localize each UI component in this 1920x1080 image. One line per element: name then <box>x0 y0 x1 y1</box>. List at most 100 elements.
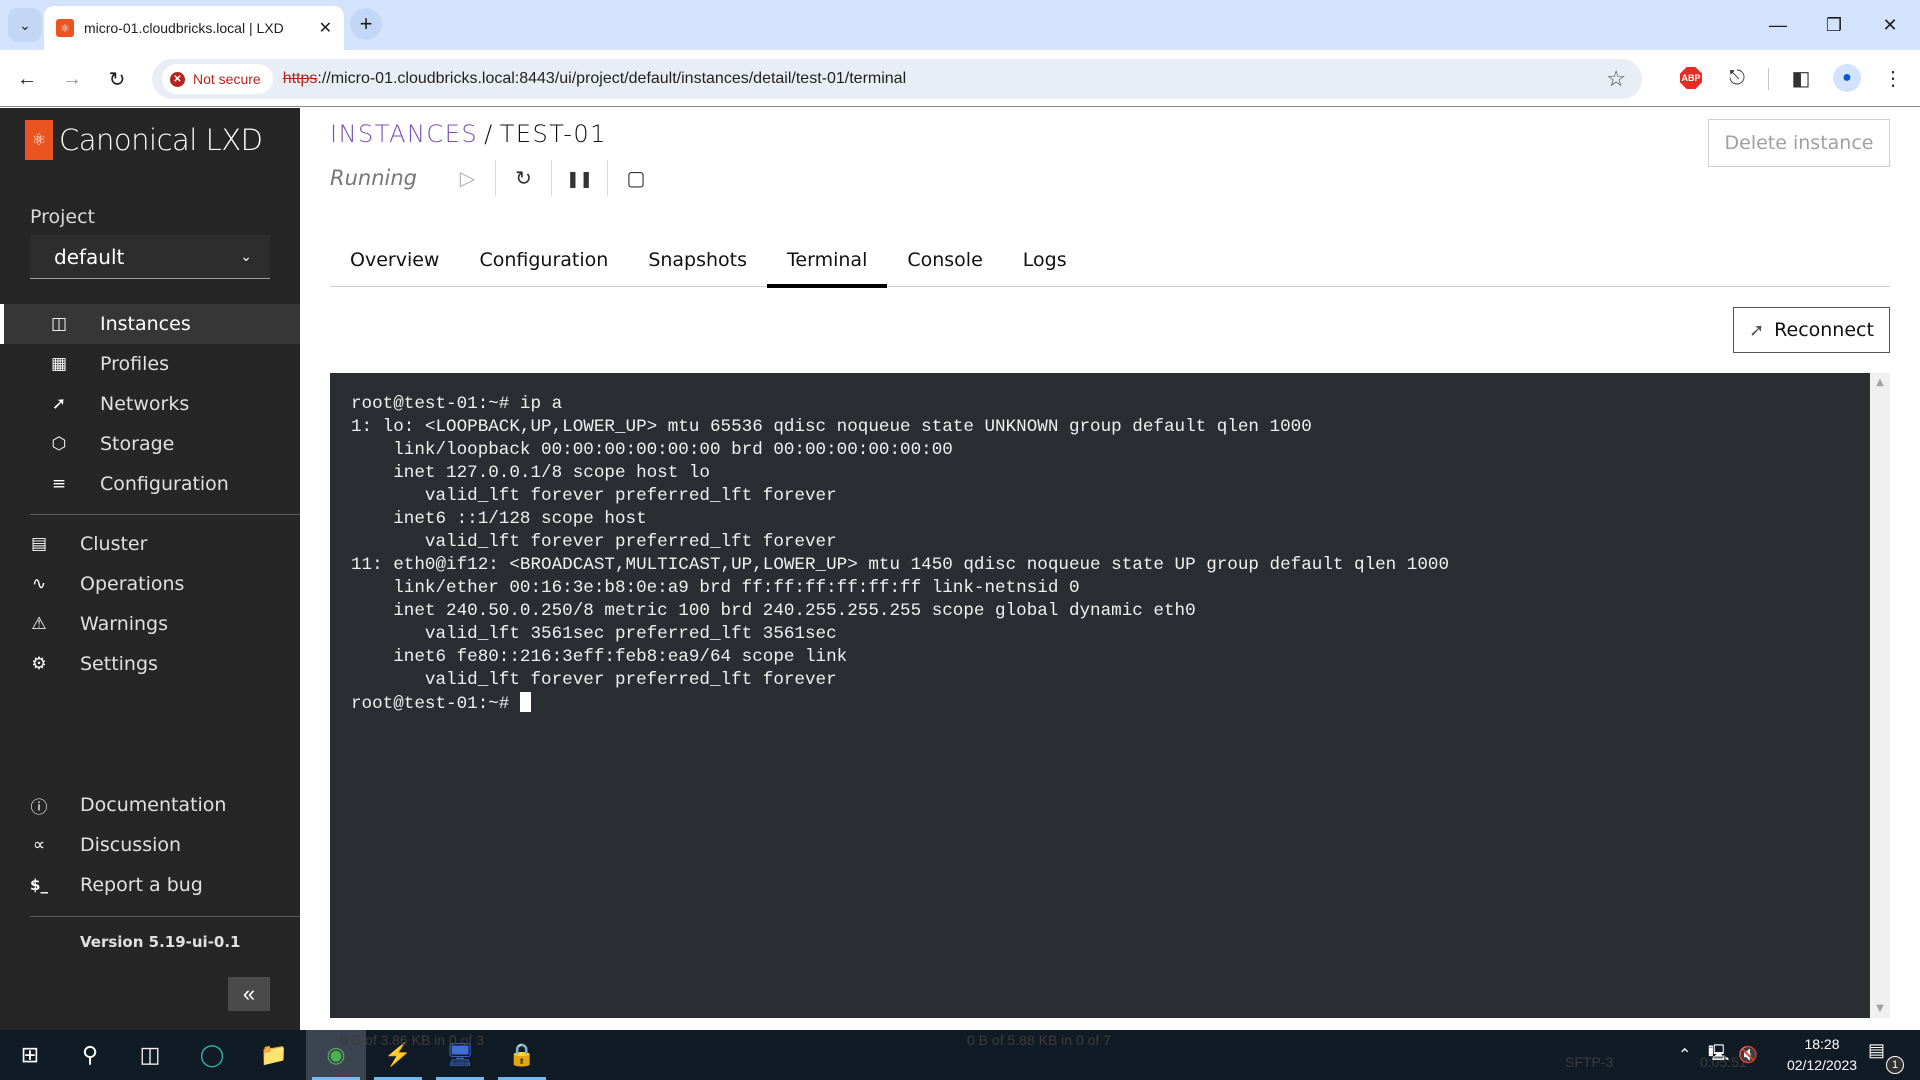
breadcrumb-instances-link[interactable]: INSTANCES <box>330 120 478 148</box>
browser-toolbar: ← → ↻ ✕ Not secure https://micro-01.clou… <box>0 50 1920 107</box>
sidebar-item-label: Warnings <box>80 613 169 635</box>
new-tab-button[interactable]: + <box>350 8 382 40</box>
restart-button[interactable]: ↻ <box>496 160 552 196</box>
sidebar-item-cluster[interactable]: ▤ Cluster <box>0 524 300 564</box>
taskbar-search-button[interactable]: ⚲ <box>60 1030 120 1080</box>
toolbar-divider <box>1768 68 1769 90</box>
instances-icon: ◫ <box>50 314 68 334</box>
project-select[interactable]: default ⌄ <box>30 235 270 279</box>
side-panel-icon[interactable]: ◧ <box>1786 63 1816 93</box>
status-badge: Running <box>330 166 417 190</box>
sidebar-item-label: Report a bug <box>80 874 203 896</box>
terminal[interactable]: root@test-01:~# ip a 1: lo: <LOOPBACK,UP… <box>330 373 1870 1018</box>
windows-taskbar: ⊞ ⚲ ◫ ◯ 📁 ◉ ⚡ 🖥 🔒 0 B of 3.86 KB in 0 of… <box>0 1030 1920 1080</box>
sidebar-link-documentation[interactable]: ⓘ Documentation <box>0 785 300 825</box>
freeze-button[interactable]: ❚❚ <box>552 160 608 196</box>
profile-button[interactable]: ● <box>1832 63 1862 93</box>
sidebar-item-storage[interactable]: ⬡ Storage <box>0 424 300 464</box>
bookmark-star-icon[interactable]: ☆ <box>1606 66 1626 92</box>
sidebar-divider <box>30 916 300 917</box>
tab-search-button[interactable]: ⌄ <box>8 8 42 42</box>
reload-button[interactable]: ↻ <box>100 62 134 96</box>
terminal-line: valid_lft forever preferred_lft forever <box>351 670 837 690</box>
terminal-scrollbar[interactable]: ▲ ▼ <box>1870 373 1890 1018</box>
winscp-icon: 🔒 <box>508 1042 536 1067</box>
project-value: default <box>54 244 125 269</box>
sidebar-item-warnings[interactable]: ⚠ Warnings <box>0 604 300 644</box>
restore-button[interactable]: ❐ <box>1806 0 1862 50</box>
taskbar-edge[interactable]: ◯ <box>182 1030 242 1080</box>
sidebar-link-discussion[interactable]: ∝ Discussion <box>0 825 300 865</box>
tab-title: micro-01.cloudbricks.local | LXD <box>84 20 284 36</box>
delete-instance-button[interactable]: Delete instance <box>1708 119 1890 167</box>
browser-tab-active[interactable]: ⚛ micro-01.cloudbricks.local | LXD ✕ <box>44 6 344 50</box>
sidebar-link-report-bug[interactable]: $_ Report a bug <box>0 865 300 905</box>
url-rest: ://micro-01.cloudbricks.local:8443/ui/pr… <box>317 70 907 87</box>
background-transfer-status-left: 0 B of 3.86 KB in 0 of 3 <box>340 1032 484 1048</box>
reconnect-button[interactable]: ➚ Reconnect <box>1733 307 1890 353</box>
chevron-down-icon: ⌄ <box>19 16 31 33</box>
breadcrumb-current: TEST-01 <box>499 120 607 148</box>
extensions-puzzle-icon[interactable]: ⎋ <box>1722 63 1752 93</box>
tab-terminal[interactable]: Terminal <box>767 233 888 288</box>
tab-overview[interactable]: Overview <box>330 233 459 287</box>
plug-icon: ➚ <box>1749 319 1765 341</box>
tab-close-icon[interactable]: ✕ <box>319 18 332 38</box>
tab-configuration[interactable]: Configuration <box>459 233 628 287</box>
terminal-line: inet 127.0.0.1/8 scope host lo <box>351 463 710 483</box>
chevron-up-icon: ⌃ <box>1678 1047 1692 1064</box>
sidebar-item-label: Storage <box>100 433 175 455</box>
url-text[interactable]: https://micro-01.cloudbricks.local:8443/… <box>283 70 906 88</box>
taskbar-file-explorer[interactable]: 📁 <box>244 1030 304 1080</box>
sidebar-item-configuration[interactable]: ≡ Configuration <box>0 464 300 504</box>
scroll-down-arrow-icon[interactable]: ▼ <box>1870 1003 1890 1014</box>
not-secure-icon: ✕ <box>170 71 185 87</box>
minimize-button[interactable]: — <box>1750 0 1806 50</box>
instance-state-controls: Running ▷ ↻ ❚❚ ▢ <box>330 160 664 196</box>
sidebar-item-operations[interactable]: ∿ Operations <box>0 564 300 604</box>
browser-menu-icon[interactable]: ⋮ <box>1878 63 1908 93</box>
address-bar[interactable]: ✕ Not secure https://micro-01.cloudbrick… <box>152 59 1642 99</box>
pause-icon: ❚❚ <box>566 168 593 188</box>
task-view-button[interactable]: ◫ <box>120 1030 180 1080</box>
clock-date: 02/12/2023 <box>1786 1057 1858 1073</box>
share-icon: ∝ <box>32 835 46 855</box>
taskbar-winscp[interactable]: 🔒 <box>492 1030 552 1080</box>
sidebar-item-settings[interactable]: ⚙ Settings <box>0 644 300 684</box>
terminal-cursor <box>519 692 531 712</box>
network-tray-icon[interactable]: 🖳 <box>1708 1030 1729 1080</box>
sidebar-item-profiles[interactable]: ▦ Profiles <box>0 344 300 384</box>
search-icon: ⚲ <box>81 1042 99 1067</box>
forward-button[interactable]: → <box>55 62 89 96</box>
tab-console[interactable]: Console <box>887 233 1002 287</box>
terminal-line: link/loopback 00:00:00:00:00:00 brd 00:0… <box>351 440 953 460</box>
terminal-line: 11: eth0@if12: <BROADCAST,MULTICAST,UP,L… <box>351 555 1450 575</box>
collapse-sidebar-button[interactable]: « <box>228 977 270 1011</box>
tab-logs[interactable]: Logs <box>1003 233 1087 287</box>
taskbar-clock[interactable]: 18:28 02/12/2023 <box>1768 1034 1876 1076</box>
terminal-line: inet 240.50.0.250/8 metric 100 brd 240.2… <box>351 601 1196 621</box>
restart-icon: ↻ <box>515 166 532 190</box>
sidebar-item-instances[interactable]: ◫ Instances <box>0 304 300 344</box>
terminal-line: inet6 fe80::216:3eff:feb8:ea9/64 scope l… <box>351 647 848 667</box>
tab-snapshots[interactable]: Snapshots <box>628 233 767 287</box>
sidebar-item-networks[interactable]: ➚ Networks <box>0 384 300 424</box>
breadcrumb-separator: / <box>484 120 494 148</box>
abp-icon: ABP <box>1680 67 1702 89</box>
show-hidden-icons-button[interactable]: ⌃ <box>1678 1030 1691 1080</box>
stop-button[interactable]: ▢ <box>608 160 664 196</box>
sidebar: ⚛ Canonical LXD Project default ⌄ ◫ Inst… <box>0 108 300 1030</box>
profile-avatar-icon: ● <box>1833 64 1861 92</box>
action-center-button[interactable]: ▤ 1 <box>1868 1040 1908 1074</box>
security-indicator[interactable]: ✕ Not secure <box>162 64 273 94</box>
scroll-up-arrow-icon[interactable]: ▲ <box>1870 377 1890 388</box>
terminal-line: valid_lft forever preferred_lft forever <box>351 532 837 552</box>
volume-muted-icon[interactable]: 🔇 <box>1738 1030 1758 1080</box>
windows-start-button[interactable]: ⊞ <box>0 1030 60 1080</box>
window-close-button[interactable]: ✕ <box>1862 0 1918 50</box>
breadcrumb: INSTANCES / TEST-01 <box>330 120 607 148</box>
adblock-extension-button[interactable]: ABP <box>1676 63 1706 93</box>
back-button[interactable]: ← <box>10 62 44 96</box>
brand-logo-link[interactable]: ⚛ Canonical LXD <box>25 120 263 160</box>
start-button[interactable]: ▷ <box>440 160 496 196</box>
